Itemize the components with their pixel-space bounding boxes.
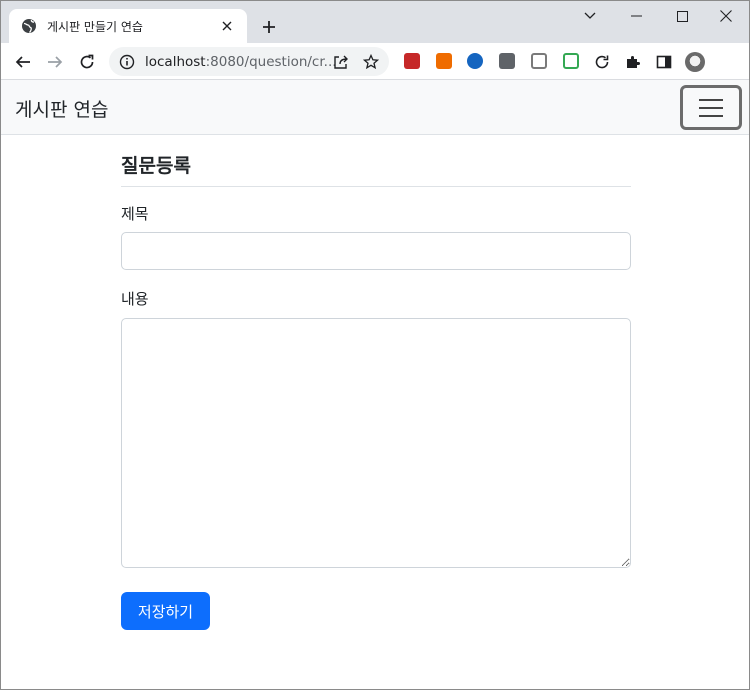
address-bar[interactable]: localhost:8080/question/cr...	[109, 47, 389, 76]
share-icon	[334, 55, 348, 69]
extension-reload-button[interactable]	[588, 48, 616, 76]
new-tab-button[interactable]	[257, 15, 281, 39]
reload-icon	[595, 55, 609, 69]
hamburger-menu-icon	[699, 98, 723, 117]
close-icon	[222, 21, 232, 31]
question-form: 질문등록 제목 내용 저장하기	[121, 135, 631, 630]
extension-blue-icon[interactable]	[467, 53, 483, 69]
maximize-button[interactable]	[659, 1, 705, 31]
puzzle-icon	[627, 56, 640, 68]
subject-label: 제목	[121, 205, 149, 223]
page-title: 질문등록	[121, 151, 631, 187]
info-icon[interactable]	[119, 54, 135, 70]
site-navbar: 게시판 연습	[1, 80, 749, 135]
profile-avatar[interactable]	[685, 52, 705, 72]
plus-icon	[263, 21, 275, 33]
url-host: localhost	[145, 53, 206, 70]
bookmark-button[interactable]	[361, 52, 381, 72]
forward-button[interactable]	[41, 48, 69, 76]
minimize-button[interactable]	[613, 1, 659, 31]
tab-close-button[interactable]	[217, 16, 237, 36]
navbar-brand-link[interactable]: 게시판 연습	[15, 95, 108, 122]
save-button[interactable]: 저장하기	[121, 592, 210, 630]
tab-title: 게시판 만들기 연습	[47, 19, 143, 34]
navbar-toggler-button[interactable]	[680, 85, 742, 130]
url-path: :8080/question/cr...	[205, 53, 337, 70]
tab-strip: 게시판 만들기 연습	[1, 1, 749, 43]
extensions-button[interactable]	[619, 48, 647, 76]
url-text: localhost:8080/question/cr...	[145, 54, 337, 70]
subject-input[interactable]	[121, 232, 631, 270]
globe-icon	[22, 19, 36, 33]
content-textarea[interactable]	[121, 318, 631, 568]
back-arrow-icon	[15, 56, 30, 68]
extension-fast-forward-icon[interactable]	[404, 53, 420, 69]
extension-screenshot-icon[interactable]	[531, 53, 547, 69]
window-close-button[interactable]	[703, 1, 749, 31]
forward-arrow-icon	[48, 56, 63, 68]
extension-green-icon[interactable]	[563, 53, 579, 69]
browser-toolbar: localhost:8080/question/cr...	[1, 43, 749, 80]
minimize-icon	[630, 15, 642, 17]
star-icon	[363, 54, 379, 70]
extension-gray-icon[interactable]	[499, 53, 515, 69]
tab-search-button[interactable]	[567, 1, 613, 31]
side-panel-icon	[656, 55, 672, 69]
back-button[interactable]	[9, 48, 37, 76]
reload-icon	[80, 54, 94, 69]
extension-orange-icon[interactable]	[436, 53, 452, 69]
reload-button[interactable]	[73, 48, 101, 76]
browser-window: 게시판 만들기 연습 localhost:8080/question/cr...…	[0, 0, 750, 690]
side-panel-button[interactable]	[650, 48, 678, 76]
chevron-down-icon	[584, 12, 596, 19]
window-close-icon	[720, 10, 732, 22]
content-label: 내용	[121, 290, 149, 308]
browser-tab[interactable]: 게시판 만들기 연습	[9, 9, 247, 43]
maximize-icon	[676, 10, 688, 22]
share-button[interactable]	[331, 52, 351, 72]
